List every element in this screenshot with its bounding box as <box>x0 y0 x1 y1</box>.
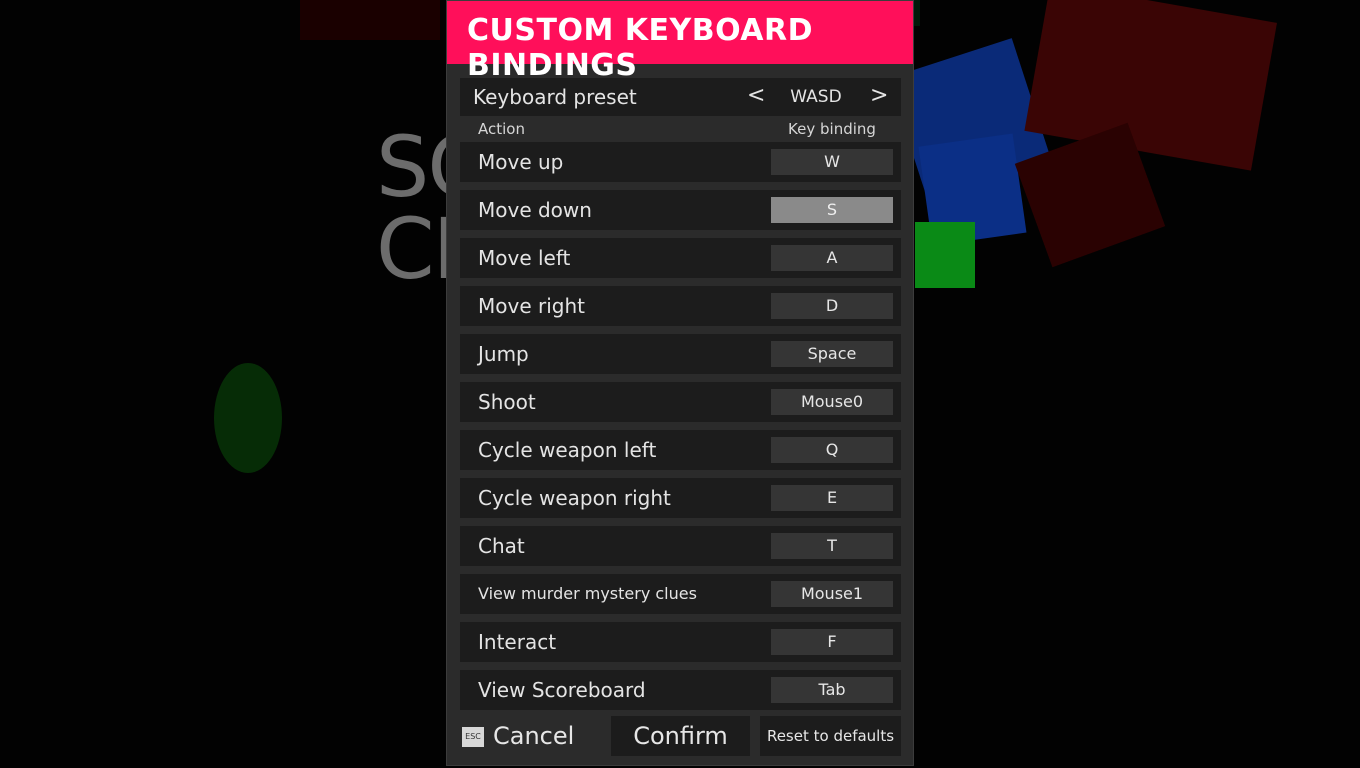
action-column-header: Action <box>478 120 525 138</box>
reset-to-defaults-button[interactable]: Reset to defaults <box>760 716 901 756</box>
action-label: Cycle weapon left <box>478 438 657 462</box>
binding-row-interact: Interact F <box>460 622 901 662</box>
binding-row-move-right: Move right D <box>460 286 901 326</box>
dialog-title: CUSTOM KEYBOARD BINDINGS <box>467 13 813 83</box>
key-binding-button[interactable]: Mouse0 <box>771 389 893 415</box>
action-label: Interact <box>478 630 557 654</box>
game-screen: SC CI CUSTOM KEYBOARD BINDINGS Keyboard … <box>0 0 1360 768</box>
key-binding-button[interactable]: Q <box>771 437 893 463</box>
action-label: Move right <box>478 294 585 318</box>
preset-next-button[interactable]: > <box>870 78 888 114</box>
binding-row-chat: Chat T <box>460 526 901 566</box>
esc-key-icon: ESC <box>462 727 484 747</box>
key-binding-button[interactable]: E <box>771 485 893 511</box>
action-label: Chat <box>478 534 525 558</box>
binding-row-move-up: Move up W <box>460 142 901 182</box>
binding-row-move-left: Move left A <box>460 238 901 278</box>
key-binding-button[interactable]: F <box>771 629 893 655</box>
key-binding-button[interactable]: A <box>771 245 893 271</box>
action-label: View murder mystery clues <box>478 584 697 603</box>
confirm-button[interactable]: Confirm <box>611 716 750 756</box>
key-binding-column-header: Key binding <box>788 120 876 138</box>
binding-row-cycle-weapon-left: Cycle weapon left Q <box>460 430 901 470</box>
binding-row-cycle-weapon-right: Cycle weapon right E <box>460 478 901 518</box>
action-label: Jump <box>478 342 529 366</box>
binding-row-move-down: Move down S <box>460 190 901 230</box>
action-label: Shoot <box>478 390 536 414</box>
binding-row-jump: Jump Space <box>460 334 901 374</box>
key-binding-button[interactable]: T <box>771 533 893 559</box>
key-binding-button[interactable]: D <box>771 293 893 319</box>
dialog-header: CUSTOM KEYBOARD BINDINGS <box>447 1 913 83</box>
dialog-footer: ESC Cancel Confirm Reset to defaults <box>447 715 913 757</box>
preset-previous-button[interactable]: < <box>747 78 765 114</box>
binding-row-view-scoreboard: View Scoreboard Tab <box>460 670 901 710</box>
cancel-button[interactable]: ESC Cancel <box>457 715 607 757</box>
preset-value: WASD <box>790 87 842 107</box>
cancel-label: Cancel <box>493 722 575 750</box>
key-binding-button[interactable]: Mouse1 <box>771 581 893 607</box>
binding-row-shoot: Shoot Mouse0 <box>460 382 901 422</box>
binding-row-view-clues: View murder mystery clues Mouse1 <box>460 574 901 614</box>
action-label: Move down <box>478 198 592 222</box>
key-binding-button[interactable]: Space <box>771 341 893 367</box>
key-binding-button[interactable]: S <box>771 197 893 223</box>
column-headers: Action Key binding <box>460 118 901 140</box>
action-label: Cycle weapon right <box>478 486 671 510</box>
action-label: View Scoreboard <box>478 678 646 702</box>
key-binding-button[interactable]: Tab <box>771 677 893 703</box>
keyboard-bindings-dialog: CUSTOM KEYBOARD BINDINGS Keyboard preset… <box>446 0 914 766</box>
key-binding-button[interactable]: W <box>771 149 893 175</box>
action-label: Move left <box>478 246 571 270</box>
keyboard-preset-row: Keyboard preset < WASD > <box>460 78 901 116</box>
action-label: Move up <box>478 150 564 174</box>
keyboard-preset-label: Keyboard preset <box>473 85 637 109</box>
